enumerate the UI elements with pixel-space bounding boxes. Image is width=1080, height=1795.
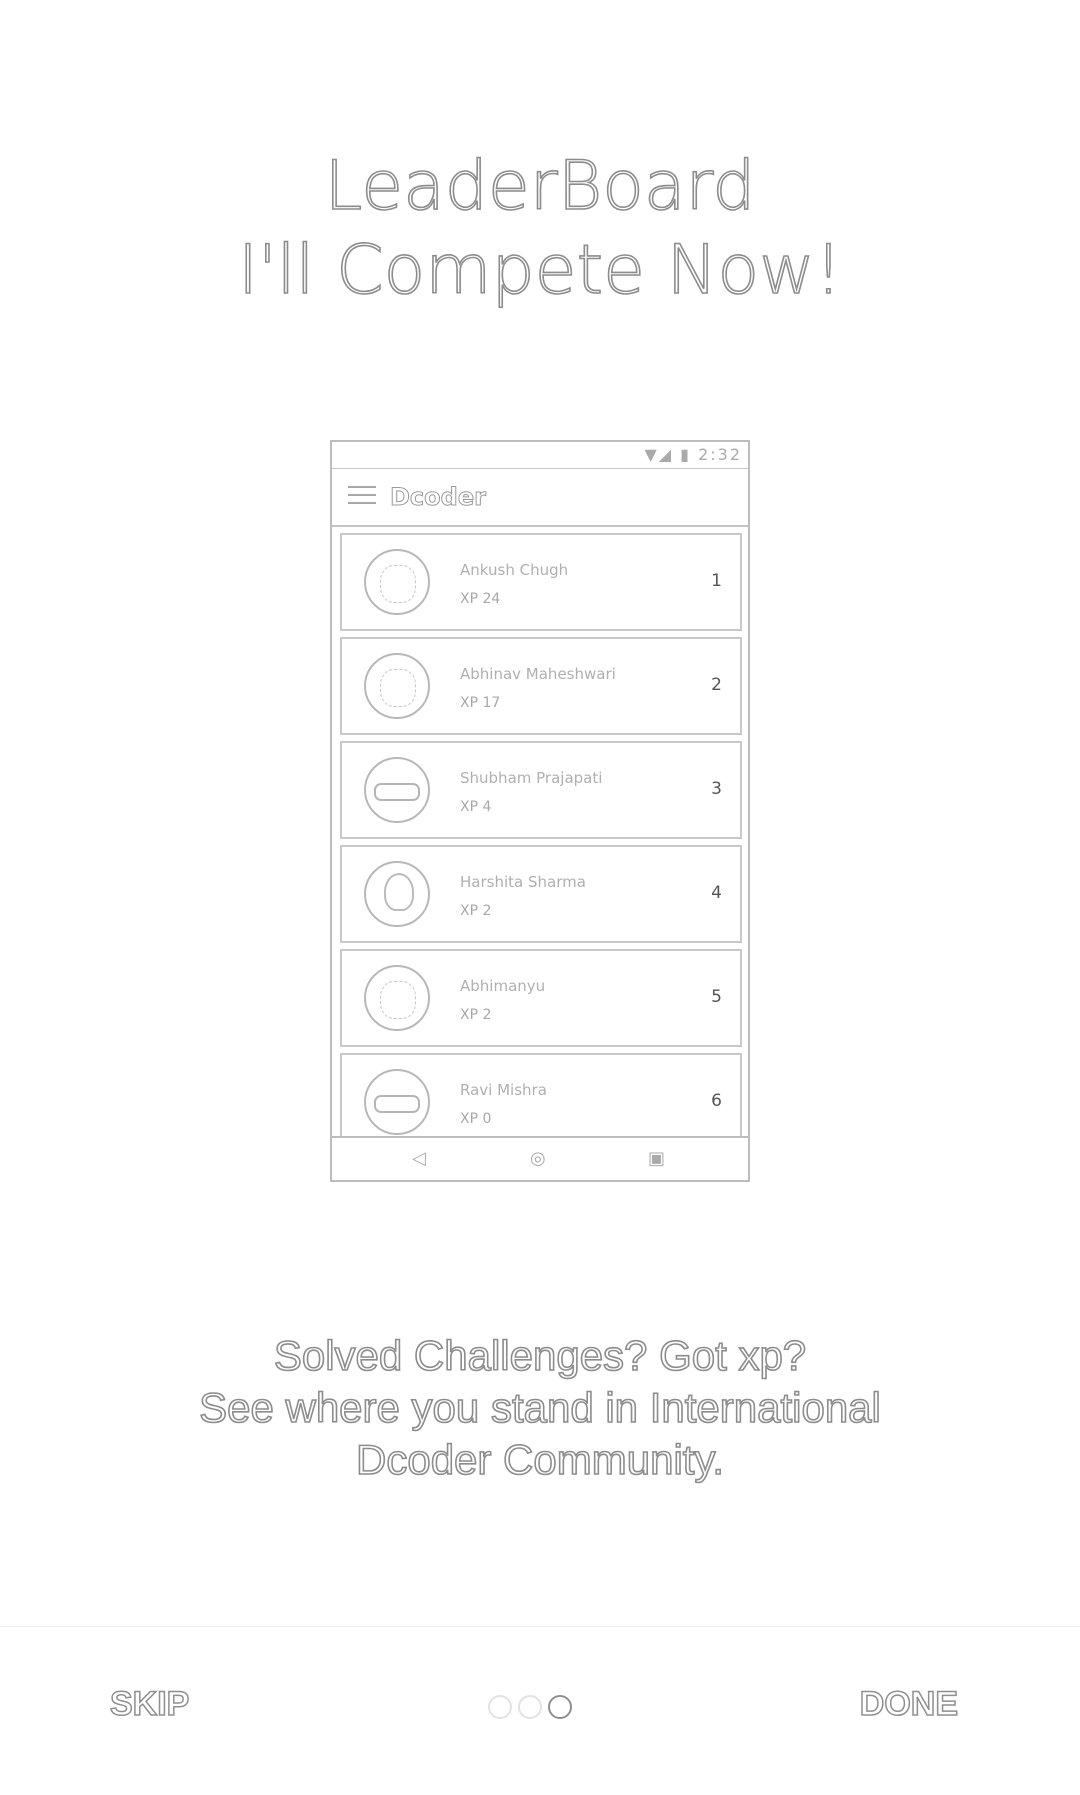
intro-description: Solved Challenges? Got xp? See where you… bbox=[0, 1330, 1080, 1486]
done-button[interactable]: DONE bbox=[859, 1684, 959, 1724]
description-line-2: See where you stand in International bbox=[198, 1383, 881, 1432]
skip-button[interactable]: SKIP bbox=[109, 1684, 190, 1724]
recents-square-icon: ▣ bbox=[648, 1148, 666, 1169]
user-rank: 3 bbox=[711, 779, 722, 799]
person-avatar-icon bbox=[364, 861, 430, 927]
ninja-avatar-icon bbox=[364, 1069, 430, 1135]
ninja-avatar-icon bbox=[364, 757, 430, 823]
user-xp: XP 2 bbox=[460, 903, 492, 919]
user-xp: XP 0 bbox=[460, 1111, 492, 1127]
user-rank: 4 bbox=[711, 883, 722, 903]
user-rank: 2 bbox=[711, 675, 722, 695]
user-xp: XP 4 bbox=[460, 799, 492, 815]
title-line-2: I'll Compete Now! bbox=[237, 230, 843, 311]
onboarding-footer: SKIP DONE bbox=[0, 1626, 1080, 1795]
leaderboard-row: Abhimanyu XP 2 5 bbox=[340, 949, 742, 1047]
photo-avatar-icon bbox=[364, 549, 430, 615]
user-rank: 1 bbox=[711, 571, 722, 591]
leaderboard-screenshot-mockup: ▼◢ ▮ 2:32 Dcoder Ankush Chugh XP 24 1 Ab… bbox=[330, 440, 750, 1182]
status-icons: ▼◢ ▮ 2:32 bbox=[644, 445, 742, 464]
description-line-1: Solved Challenges? Got xp? bbox=[273, 1331, 807, 1380]
user-xp: XP 2 bbox=[460, 1007, 492, 1023]
user-rank: 5 bbox=[711, 987, 722, 1007]
photo-avatar-icon bbox=[364, 653, 430, 719]
user-name: Ravi Mishra bbox=[460, 1081, 547, 1099]
leaderboard-row: Ankush Chugh XP 24 1 bbox=[340, 533, 742, 631]
leaderboard-list: Ankush Chugh XP 24 1 Abhinav Maheshwari … bbox=[332, 527, 748, 1151]
back-triangle-icon: ◁ bbox=[412, 1148, 426, 1169]
leaderboard-row: Harshita Sharma XP 2 4 bbox=[340, 845, 742, 943]
hamburger-menu-icon bbox=[348, 486, 376, 508]
user-name: Abhinav Maheshwari bbox=[460, 665, 616, 683]
user-name: Abhimanyu bbox=[460, 977, 546, 995]
user-rank: 6 bbox=[711, 1091, 722, 1111]
title-line-1: LeaderBoard bbox=[324, 146, 756, 227]
user-xp: XP 24 bbox=[460, 591, 501, 607]
mockup-status-bar: ▼◢ ▮ 2:32 bbox=[332, 442, 748, 469]
description-line-3: Dcoder Community. bbox=[355, 1435, 725, 1484]
user-name: Harshita Sharma bbox=[460, 873, 586, 891]
leaderboard-row: Abhinav Maheshwari XP 17 2 bbox=[340, 637, 742, 735]
mockup-app-bar: Dcoder bbox=[332, 469, 748, 527]
page-indicator bbox=[488, 1695, 578, 1724]
user-name: Ankush Chugh bbox=[460, 561, 569, 579]
user-xp: XP 17 bbox=[460, 695, 501, 711]
page-dot-1 bbox=[488, 1695, 512, 1719]
page-dot-2 bbox=[518, 1695, 542, 1719]
user-name: Shubham Prajapati bbox=[460, 769, 603, 787]
leaderboard-row: Shubham Prajapati XP 4 3 bbox=[340, 741, 742, 839]
page-title: LeaderBoard I'll Compete Now! bbox=[0, 145, 1080, 313]
mockup-nav-bar: ◁ ◎ ▣ bbox=[332, 1136, 748, 1180]
photo-avatar-icon bbox=[364, 965, 430, 1031]
page-dot-3-active bbox=[548, 1695, 572, 1719]
home-circle-icon: ◎ bbox=[530, 1148, 546, 1169]
mockup-app-title: Dcoder bbox=[390, 483, 487, 512]
